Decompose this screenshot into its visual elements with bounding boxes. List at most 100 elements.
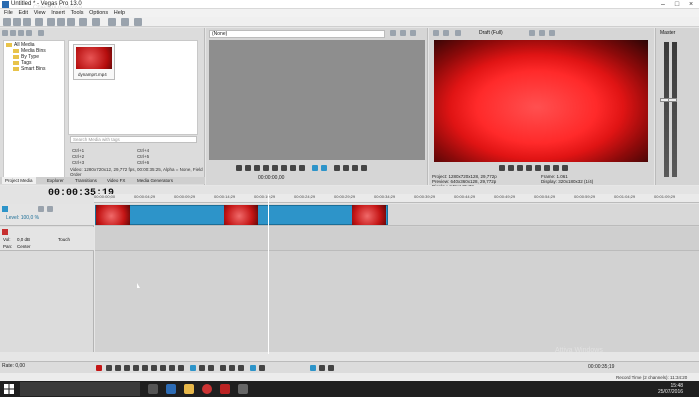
go-start-icon[interactable] [272, 165, 278, 171]
trimmer-media-select[interactable]: (None) [209, 30, 385, 38]
stop-icon[interactable] [142, 365, 148, 371]
windows-start-icon[interactable] [4, 384, 14, 394]
taskbar-search[interactable] [20, 382, 140, 396]
trimmer-option-icon[interactable] [400, 30, 406, 36]
app-icon[interactable] [220, 384, 230, 394]
tree-item-smart-bins[interactable]: Smart Bins [13, 66, 45, 72]
trimmer-option-icon[interactable] [390, 30, 396, 36]
import-media-icon[interactable] [2, 30, 8, 36]
tab-project-media[interactable]: Project Media [2, 177, 36, 184]
menu-help[interactable]: Help [114, 9, 125, 17]
playback-rate[interactable]: Rate: 0,00 [2, 363, 25, 369]
preview-quality-select[interactable]: Draft (Full) [479, 30, 503, 36]
preview-props-icon[interactable] [433, 30, 439, 36]
views-icon[interactable] [38, 30, 44, 36]
insert-icon[interactable] [321, 165, 327, 171]
explorer-icon[interactable] [184, 384, 194, 394]
loop-icon[interactable] [236, 165, 242, 171]
pause-icon[interactable] [517, 165, 523, 171]
menu-edit[interactable]: Edit [19, 9, 28, 17]
menu-file[interactable]: File [4, 9, 13, 17]
go-end-icon[interactable] [544, 165, 550, 171]
copy-icon[interactable] [57, 18, 65, 26]
selection-tool-icon[interactable] [208, 365, 214, 371]
paste-icon[interactable] [67, 18, 75, 26]
video-level[interactable]: Level: 100,0 % [6, 215, 39, 221]
play-icon[interactable] [245, 165, 251, 171]
auto-ripple-icon[interactable] [310, 365, 316, 371]
preview-fx-icon[interactable] [443, 30, 449, 36]
play-from-start-icon[interactable] [115, 365, 121, 371]
redo-icon[interactable] [92, 18, 100, 26]
system-clock[interactable]: 15:48 25/07/2016 [658, 383, 683, 395]
auto-crossfade-icon[interactable] [259, 365, 265, 371]
capture-icon[interactable] [10, 30, 16, 36]
mute-icon[interactable] [38, 206, 44, 212]
audio-track-header[interactable]: Vol: 0,0 dB Touch Pan: Center [0, 227, 94, 251]
trim-start-icon[interactable] [229, 365, 235, 371]
trim-icon[interactable] [352, 165, 358, 171]
timeline-ruler[interactable]: 00:00:00;00 00:00:04;29 00:00:09;29 00:00:1… [94, 194, 699, 203]
solo-icon[interactable] [47, 206, 53, 212]
next-frame-icon[interactable] [299, 165, 305, 171]
chrome-icon[interactable] [202, 384, 212, 394]
stop-icon[interactable] [263, 165, 269, 171]
undo-icon[interactable] [79, 18, 87, 26]
stop-icon[interactable] [526, 165, 532, 171]
settings-icon[interactable] [121, 18, 129, 26]
prev-frame-icon[interactable] [290, 165, 296, 171]
media-search-input[interactable]: Search Media with tags [70, 136, 197, 143]
timeline-cursor[interactable] [268, 194, 269, 354]
prev-frame-icon[interactable] [553, 165, 559, 171]
next-frame-icon[interactable] [562, 165, 568, 171]
lock-envelopes-icon[interactable] [319, 365, 325, 371]
edge-icon[interactable] [166, 384, 176, 394]
media-fx-icon[interactable] [26, 30, 32, 36]
remove-media-icon[interactable] [18, 30, 24, 36]
automation-mode[interactable]: Touch [58, 237, 70, 242]
next-frame-icon[interactable] [178, 365, 184, 371]
overlays-icon[interactable] [529, 30, 535, 36]
go-end-icon[interactable] [160, 365, 166, 371]
tab-explorer[interactable]: Explorer [44, 177, 67, 184]
save-icon[interactable] [23, 18, 31, 26]
prev-frame-icon[interactable] [169, 365, 175, 371]
master-fader-right[interactable] [668, 98, 677, 102]
trim-icon[interactable] [361, 165, 367, 171]
media-thumbnail[interactable]: dynamprt.mp4 [73, 44, 115, 80]
trimmer-display[interactable] [209, 40, 425, 160]
properties-icon[interactable] [35, 18, 43, 26]
save-snapshot-icon[interactable] [549, 30, 555, 36]
close-button[interactable]: × [684, 0, 698, 9]
play-icon[interactable] [508, 165, 514, 171]
vol-value[interactable]: 0,0 dB [17, 237, 30, 242]
new-project-icon[interactable] [3, 18, 11, 26]
go-end-icon[interactable] [281, 165, 287, 171]
split-screen-icon[interactable] [455, 30, 461, 36]
pause-icon[interactable] [133, 365, 139, 371]
loop-icon[interactable] [106, 365, 112, 371]
pan-value[interactable]: Center [17, 244, 31, 249]
tab-video-fx[interactable]: Video FX [104, 177, 128, 184]
go-start-icon[interactable] [535, 165, 541, 171]
open-icon[interactable] [13, 18, 21, 26]
trim-end-icon[interactable] [238, 365, 244, 371]
pause-icon[interactable] [254, 165, 260, 171]
trim-icon[interactable] [334, 165, 340, 171]
play-icon[interactable] [124, 365, 130, 371]
trimmer-option-icon[interactable] [410, 30, 416, 36]
record-icon[interactable] [96, 365, 102, 371]
menu-options[interactable]: Options [89, 9, 108, 17]
vegas-taskbar-icon[interactable] [238, 384, 248, 394]
tab-media-generators[interactable]: Media Generators [134, 177, 176, 184]
trim-icon[interactable] [343, 165, 349, 171]
delete-icon[interactable] [220, 365, 226, 371]
maximize-button[interactable]: □ [670, 0, 684, 9]
add-to-timeline-icon[interactable] [312, 165, 318, 171]
render-icon[interactable] [108, 18, 116, 26]
snapping-icon[interactable] [250, 365, 256, 371]
ignore-grouping-icon[interactable] [328, 365, 334, 371]
video-track-header[interactable]: Level: 100,0 % [0, 204, 94, 226]
minimize-button[interactable]: – [656, 0, 670, 9]
envelope-tool-icon[interactable] [199, 365, 205, 371]
